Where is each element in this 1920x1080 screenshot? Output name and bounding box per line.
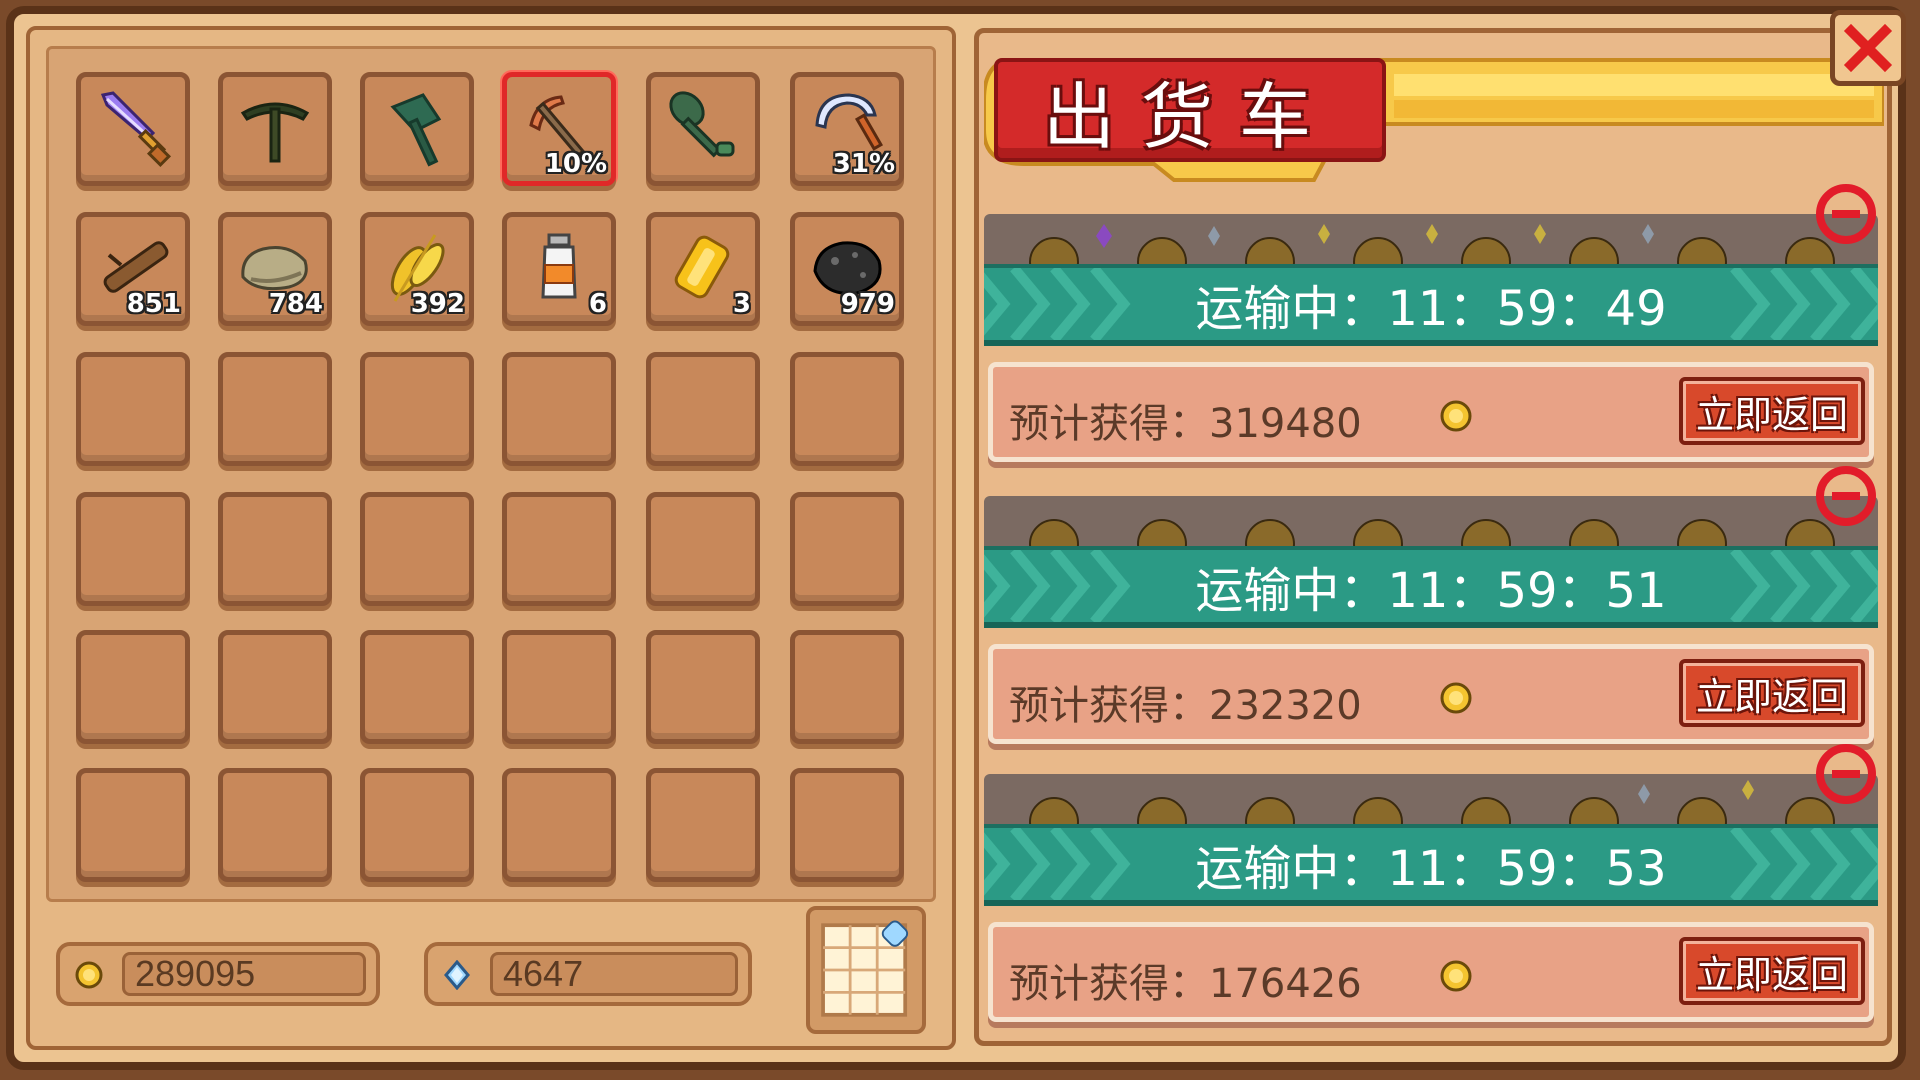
- inventory-slot-empty[interactable]: [218, 352, 332, 466]
- expected-earnings: 预计获得：319480: [1009, 401, 1362, 447]
- inventory-slot-empty[interactable]: [360, 768, 474, 882]
- gold-coin-icon: [1440, 400, 1472, 432]
- inventory-slot-gold[interactable]: 3: [646, 212, 760, 326]
- expected-earnings: 预计获得：176426: [1009, 961, 1362, 1007]
- diamond-icon: [444, 960, 470, 990]
- pickaxe-icon: [240, 102, 310, 163]
- slot-badge: 784: [268, 289, 323, 319]
- inventory-slot-wheat[interactable]: 392: [360, 212, 474, 326]
- slot-badge: 979: [840, 289, 895, 319]
- panel-title: 出货车: [1042, 74, 1337, 159]
- gold-coin-icon: [1440, 682, 1472, 714]
- reward-row: 预计获得：319480 立即返回: [988, 362, 1874, 462]
- gold-coin-icon: [1440, 960, 1472, 992]
- inventory-slot-empty[interactable]: [646, 492, 760, 606]
- inventory-slot-empty[interactable]: [790, 630, 904, 744]
- inventory-slot-empty[interactable]: [502, 492, 616, 606]
- inventory-slot-empty[interactable]: [76, 768, 190, 882]
- inventory-slot-empty[interactable]: [218, 768, 332, 882]
- slot-badge: 3: [732, 289, 751, 319]
- slot-badge: 6: [588, 289, 607, 319]
- slot-badge: 31%: [832, 149, 895, 179]
- return-now-button[interactable]: 立即返回: [1679, 937, 1865, 1005]
- grid-view-button[interactable]: [806, 906, 926, 1034]
- inventory-slot-empty[interactable]: [360, 492, 474, 606]
- gold-coin-icon: [75, 961, 103, 989]
- shovel-icon: [669, 91, 735, 158]
- transit-timer: 运输中：11：59：49: [1195, 281, 1667, 337]
- slot-badge: 10%: [544, 149, 607, 179]
- reward-row: 预计获得：176426 立即返回: [988, 922, 1874, 1022]
- title-plate: 出货车: [994, 58, 1386, 162]
- inventory-slot-empty[interactable]: [502, 768, 616, 882]
- return-now-button[interactable]: 立即返回: [1679, 377, 1865, 445]
- inventory-slot-empty[interactable]: [646, 352, 760, 466]
- inventory-slot-hoe[interactable]: 10%: [502, 72, 616, 186]
- inventory-slot-pickaxe[interactable]: [218, 72, 332, 186]
- shipping-cart-2: 运输中：11：59：51 预计获得：232320 立即返回: [984, 466, 1878, 754]
- transit-status-bar: 运输中：11：59：49: [984, 264, 1878, 346]
- reward-row: 预计获得：232320 立即返回: [988, 644, 1874, 744]
- inventory-slot-empty[interactable]: [76, 630, 190, 744]
- purple-sword-icon: [100, 91, 172, 168]
- inventory-slot-wood[interactable]: 851: [76, 212, 190, 326]
- shipping-cart-1: 运输中：11：59：49 预计获得：319480 立即返回: [984, 184, 1878, 472]
- remove-cart-icon[interactable]: [1814, 742, 1878, 806]
- gem-amount: 4647: [490, 952, 738, 996]
- remove-cart-icon[interactable]: [1814, 182, 1878, 246]
- axe-icon: [390, 93, 442, 167]
- inventory-slot-stone[interactable]: 784: [218, 212, 332, 326]
- slot-badge: 851: [126, 289, 181, 319]
- inventory-slot-empty[interactable]: [76, 352, 190, 466]
- inventory-slot-empty[interactable]: [790, 492, 904, 606]
- close-icon: [1843, 23, 1893, 73]
- transit-status-bar: 运输中：11：59：53: [984, 824, 1878, 906]
- inventory-slot-empty[interactable]: [646, 630, 760, 744]
- gem-balance: 4647: [424, 942, 752, 1006]
- transit-timer: 运输中：11：59：53: [1195, 841, 1667, 897]
- remove-cart-icon[interactable]: [1814, 464, 1878, 528]
- inventory-slot-coal[interactable]: 979: [790, 212, 904, 326]
- inventory-slot-sword[interactable]: [76, 72, 190, 186]
- inventory-slot-empty[interactable]: [76, 492, 190, 606]
- inventory-slot-empty[interactable]: [790, 768, 904, 882]
- gold-amount: 289095: [122, 952, 366, 996]
- inventory-slot-empty[interactable]: [360, 630, 474, 744]
- expected-earnings: 预计获得：232320: [1009, 683, 1362, 729]
- inventory-slot-empty[interactable]: [502, 630, 616, 744]
- inventory-slot-empty[interactable]: [790, 352, 904, 466]
- inventory-slot-shovel[interactable]: [646, 72, 760, 186]
- transit-timer: 运输中：11：59：51: [1195, 563, 1667, 619]
- slot-badge: 392: [410, 289, 465, 319]
- inventory-slot-empty[interactable]: [218, 492, 332, 606]
- grid-icon: [821, 920, 909, 1017]
- close-button[interactable]: [1830, 10, 1906, 86]
- transit-status-bar: 运输中：11：59：51: [984, 546, 1878, 628]
- inventory-slot-axe[interactable]: [360, 72, 474, 186]
- inventory-slot-empty[interactable]: [218, 630, 332, 744]
- gold-balance: 289095: [56, 942, 380, 1006]
- inventory-slot-milk[interactable]: 6: [502, 212, 616, 326]
- inventory-slot-sickle[interactable]: 31%: [790, 72, 904, 186]
- inventory-slot-empty[interactable]: [646, 768, 760, 882]
- shipping-cart-3: 运输中：11：59：53 预计获得：176426 立即返回: [984, 744, 1878, 1032]
- return-now-button[interactable]: 立即返回: [1679, 659, 1865, 727]
- inventory-slot-empty[interactable]: [502, 352, 616, 466]
- inventory-slot-empty[interactable]: [360, 352, 474, 466]
